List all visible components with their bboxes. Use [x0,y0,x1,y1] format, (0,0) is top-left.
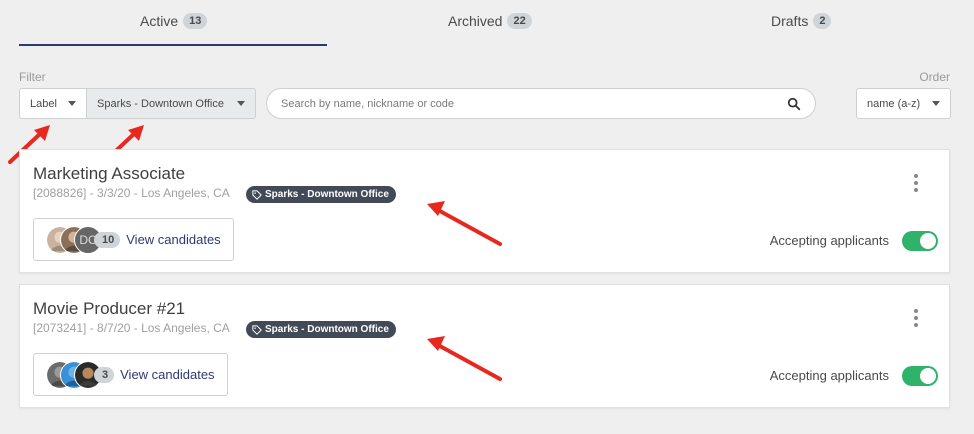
tag-label: Sparks - Downtown Office [265,324,389,335]
tab-active[interactable]: Active 13 [140,13,208,29]
view-candidates-label: View candidates [126,232,221,247]
filter-title: Filter [19,70,46,84]
caret-down-icon [932,101,940,106]
label-filter-value: Label [30,97,57,110]
tab-drafts-label: Drafts [771,13,809,29]
accepting-toggle[interactable] [902,366,938,386]
tab-archived-count: 22 [507,13,532,29]
order-select[interactable]: name (a-z) [856,88,951,119]
tag-icon [252,324,262,335]
office-filter-select[interactable]: Sparks - Downtown Office [86,88,256,119]
job-title[interactable]: Marketing Associate [33,164,185,184]
candidate-avatars: DC 10 [46,225,121,254]
tag-icon [252,189,262,200]
status-tabs: Active 13 Archived 22 Drafts 2 [19,0,950,47]
label-filter-select[interactable]: Label [19,88,87,119]
tab-drafts-count: 2 [813,13,832,29]
more-options-icon[interactable] [913,174,919,192]
search-icon[interactable] [787,97,801,111]
job-title[interactable]: Movie Producer #21 [33,299,185,319]
candidates-count: 10 [94,231,121,248]
tab-active-label: Active [140,13,179,29]
tag-label: Sparks - Downtown Office [265,189,389,200]
tab-archived-label: Archived [448,13,503,29]
tab-archived[interactable]: Archived 22 [448,13,532,29]
caret-down-icon [68,101,76,106]
annotation-arrow-icon [427,336,502,381]
annotation-arrow-icon [427,201,502,246]
accepting-label: Accepting applicants [769,368,889,383]
candidate-avatars: 3 [46,360,115,389]
view-candidates-button[interactable]: DC 10 View candidates [33,218,234,261]
active-tab-indicator [19,44,327,46]
tab-active-count: 13 [183,13,208,29]
view-candidates-label: View candidates [120,367,215,382]
search-input[interactable] [281,97,787,110]
job-meta: [2088826] - 3/3/20 - Los Angeles, CA [33,186,230,200]
job-label-tag: Sparks - Downtown Office [246,321,396,338]
tab-drafts[interactable]: Drafts 2 [771,13,832,29]
job-label-tag: Sparks - Downtown Office [246,186,396,203]
view-candidates-button[interactable]: 3 View candidates [33,353,228,396]
caret-down-icon [237,101,245,106]
accepting-toggle[interactable] [902,231,938,251]
order-value: name (a-z) [867,97,921,110]
job-meta: [2073241] - 8/7/20 - Los Angeles, CA [33,321,230,335]
search-box [266,88,816,119]
office-filter-value: Sparks - Downtown Office [97,97,224,110]
candidates-count: 3 [94,366,115,383]
accepting-label: Accepting applicants [769,233,889,248]
more-options-icon[interactable] [913,309,919,327]
order-title: Order [919,70,950,84]
